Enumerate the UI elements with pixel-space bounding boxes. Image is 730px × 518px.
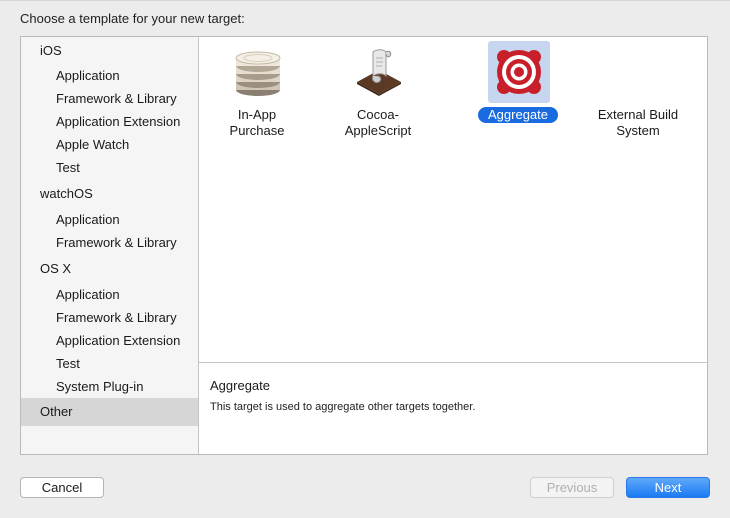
sidebar-item-watchos-framework-library[interactable]: Framework & Library xyxy=(21,231,198,254)
previous-button[interactable]: Previous xyxy=(530,477,614,498)
template-label-line1: Cocoa- xyxy=(357,107,399,122)
script-scroll-icon xyxy=(348,41,410,103)
sidebar-item-ios-application-extension[interactable]: Application Extension xyxy=(21,110,198,133)
window-top-border xyxy=(0,0,730,1)
description-title: Aggregate xyxy=(210,378,270,393)
template-label-line1: Aggregate xyxy=(478,107,558,123)
dialog-prompt: Choose a template for your new target: xyxy=(20,11,245,26)
target-icon-selection xyxy=(488,41,550,103)
next-button[interactable]: Next xyxy=(626,477,710,498)
sidebar-item-ios-framework-library[interactable]: Framework & Library xyxy=(21,87,198,110)
sidebar-section-ios[interactable]: iOS xyxy=(21,39,198,62)
template-label: Cocoa- AppleScript xyxy=(327,107,429,139)
sidebar-item-osx-test[interactable]: Test xyxy=(21,352,198,375)
template-grid: In-App Purchase Cocoa- AppleScript Aggre… xyxy=(199,37,707,362)
sidebar-item-ios-application[interactable]: Application xyxy=(21,64,198,87)
sidebar-item-watchos-application[interactable]: Application xyxy=(21,208,198,231)
sidebar-item-other[interactable]: Other xyxy=(21,398,198,426)
sidebar-section-watchos[interactable]: watchOS xyxy=(21,182,198,205)
description-text: This target is used to aggregate other t… xyxy=(210,401,476,413)
sidebar-item-osx-application-extension[interactable]: Application Extension xyxy=(21,329,198,352)
template-label-line1: External Build xyxy=(597,107,679,122)
sidebar-item-osx-framework-library[interactable]: Framework & Library xyxy=(21,306,198,329)
sidebar-section-osx[interactable]: OS X xyxy=(21,257,198,280)
sidebar-item-osx-system-plugin[interactable]: System Plug-in xyxy=(21,375,198,398)
template-aggregate[interactable]: Aggregate xyxy=(467,41,569,145)
cancel-button[interactable]: Cancel xyxy=(20,477,104,498)
template-cocoa-applescript[interactable]: Cocoa- AppleScript xyxy=(327,41,429,145)
template-chooser-panel: iOS Application Framework & Library Appl… xyxy=(20,36,708,455)
target-icon xyxy=(497,50,541,94)
platform-sidebar: iOS Application Framework & Library Appl… xyxy=(21,37,199,454)
template-label-line2: System xyxy=(616,123,660,138)
template-label-line2: Purchase xyxy=(229,123,285,138)
template-label-line1: In-App xyxy=(237,107,277,122)
sidebar-item-osx-application[interactable]: Application xyxy=(21,283,198,306)
template-label: In-App Purchase xyxy=(206,107,308,139)
sidebar-item-ios-apple-watch[interactable]: Apple Watch xyxy=(21,133,198,156)
template-label-line2: AppleScript xyxy=(344,123,412,138)
template-external-build-system[interactable]: External Build System xyxy=(587,41,689,145)
coin-stack-icon xyxy=(227,41,289,103)
template-label: Aggregate xyxy=(467,107,569,123)
template-in-app-purchase[interactable]: In-App Purchase xyxy=(206,41,308,145)
template-label: External Build System xyxy=(587,107,689,139)
template-description-pane: Aggregate This target is used to aggrega… xyxy=(199,362,707,455)
sidebar-item-ios-test[interactable]: Test xyxy=(21,156,198,179)
